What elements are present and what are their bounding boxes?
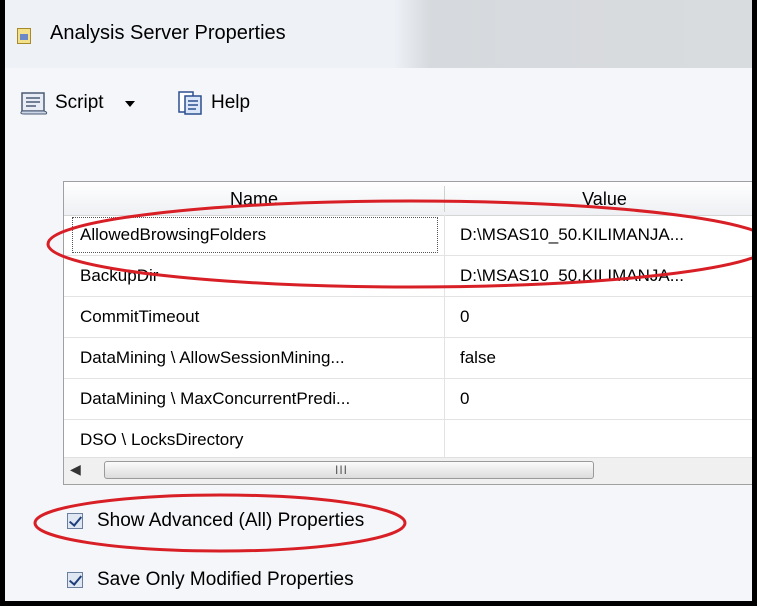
help-label: Help: [211, 92, 251, 113]
property-value-cell[interactable]: false: [460, 338, 752, 378]
property-value-cell[interactable]: D:\MSAS10_50.KILIMANJA...: [460, 256, 752, 296]
grid-header: Name Value: [64, 182, 752, 216]
table-row[interactable]: CommitTimeout 0: [64, 297, 752, 338]
title-bar: Analysis Server Properties: [5, 0, 752, 68]
script-dropdown-arrow-icon[interactable]: [123, 96, 143, 110]
column-divider: [444, 256, 445, 296]
table-row[interactable]: BackupDir D:\MSAS10_50.KILIMANJA...: [64, 256, 752, 297]
header-divider[interactable]: [444, 186, 445, 212]
column-divider: [444, 379, 445, 419]
property-name-cell[interactable]: AllowedBrowsingFolders: [70, 215, 440, 255]
scrollbar-thumb[interactable]: III: [104, 461, 594, 479]
help-icon: [178, 91, 202, 115]
column-divider: [444, 297, 445, 337]
column-header-name[interactable]: Name: [64, 189, 444, 210]
toolbar: Script Help: [5, 68, 752, 146]
help-button[interactable]: Help: [175, 90, 250, 116]
property-name-cell[interactable]: DSO \ LocksDirectory: [80, 420, 440, 460]
column-divider: [444, 338, 445, 378]
property-name-cell[interactable]: DataMining \ MaxConcurrentPredi...: [80, 379, 440, 419]
property-value-cell[interactable]: 0: [460, 297, 752, 337]
column-divider: [444, 215, 445, 255]
property-value-cell[interactable]: [460, 420, 752, 460]
show-advanced-checkbox[interactable]: [67, 513, 83, 529]
property-name-cell[interactable]: DataMining \ AllowSessionMining...: [80, 338, 440, 378]
script-label: Script: [55, 92, 104, 113]
table-row[interactable]: DataMining \ MaxConcurrentPredi... 0: [64, 379, 752, 420]
property-value-cell[interactable]: D:\MSAS10_50.KILIMANJA...: [460, 215, 752, 255]
column-divider: [444, 420, 445, 460]
table-row[interactable]: DataMining \ AllowSessionMining... false: [64, 338, 752, 379]
property-name-cell[interactable]: CommitTimeout: [80, 297, 440, 337]
save-modified-checkbox[interactable]: [67, 572, 83, 588]
show-advanced-label: Show Advanced (All) Properties: [97, 510, 365, 531]
script-icon: [20, 92, 48, 115]
horizontal-scrollbar[interactable]: ◀ III: [64, 457, 752, 484]
grid-rows: AllowedBrowsingFolders D:\MSAS10_50.KILI…: [64, 215, 752, 461]
show-advanced-option[interactable]: Show Advanced (All) Properties: [67, 510, 364, 532]
scroll-left-arrow-icon[interactable]: ◀: [70, 461, 81, 478]
column-header-value[interactable]: Value: [446, 189, 752, 210]
script-button[interactable]: Script: [19, 90, 104, 116]
properties-grid: Name Value AllowedBrowsingFolders D:\MSA…: [63, 181, 752, 485]
save-modified-option[interactable]: Save Only Modified Properties: [67, 569, 354, 591]
save-modified-label: Save Only Modified Properties: [97, 569, 354, 590]
scrollbar-grip: III: [335, 463, 349, 477]
table-row[interactable]: DSO \ LocksDirectory: [64, 420, 752, 461]
window-title: Analysis Server Properties: [50, 22, 286, 44]
property-name-cell[interactable]: BackupDir: [80, 256, 440, 296]
dialog-window: Analysis Server Properties Script Help N…: [0, 0, 757, 606]
app-icon: [17, 28, 31, 44]
property-value-cell[interactable]: 0: [460, 379, 752, 419]
table-row[interactable]: AllowedBrowsingFolders D:\MSAS10_50.KILI…: [64, 215, 752, 256]
